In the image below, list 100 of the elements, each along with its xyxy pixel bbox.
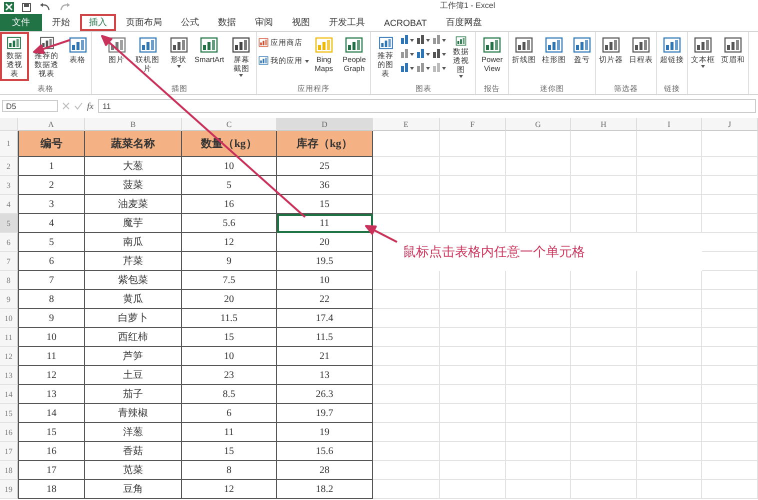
column-header[interactable]: E (373, 118, 440, 131)
table-cell: 15 (18, 423, 85, 442)
empty-cell (702, 195, 758, 214)
empty-cell (440, 309, 506, 328)
header-cell: 蔬菜名称 (85, 131, 182, 157)
row-header[interactable]: 1 (0, 131, 18, 157)
ribbon-tab[interactable]: 开始 (43, 14, 79, 31)
row-header[interactable]: 16 (0, 423, 18, 442)
row-header[interactable]: 10 (0, 309, 18, 328)
table-cell: 1 (18, 157, 85, 176)
empty-cell (702, 271, 758, 290)
ribbon-tab[interactable]: 公式 (172, 14, 208, 31)
empty-cell (702, 176, 758, 195)
formula-input[interactable]: 11 (98, 99, 756, 113)
table-cell: 香菇 (85, 442, 182, 461)
table-cell: 7.5 (182, 271, 277, 290)
column-header[interactable]: G (506, 118, 571, 131)
ribbon-tab[interactable]: 文件 (0, 14, 42, 31)
column-header[interactable]: C (182, 118, 277, 131)
chart-type-icon[interactable] (416, 34, 430, 45)
table-cell: 紫包菜 (85, 271, 182, 290)
empty-cell (506, 214, 571, 233)
row-header[interactable]: 4 (0, 195, 18, 214)
empty-cell (637, 309, 702, 328)
ribbon-tab[interactable]: 插入 (80, 14, 116, 31)
row-header[interactable]: 8 (0, 271, 18, 290)
empty-cell (637, 176, 702, 195)
row-header[interactable]: 19 (0, 480, 18, 499)
empty-cell (571, 309, 637, 328)
chart-type-icon[interactable] (432, 34, 446, 45)
column-header[interactable]: D (277, 118, 373, 131)
chart-type-icon[interactable] (400, 48, 414, 59)
empty-cell (571, 366, 637, 385)
ribbon-tab[interactable]: 页面布局 (117, 14, 171, 31)
row-header[interactable]: 11 (0, 328, 18, 347)
row-header[interactable]: 9 (0, 290, 18, 309)
empty-cell (440, 271, 506, 290)
empty-cell (702, 461, 758, 480)
save-icon[interactable] (22, 2, 31, 12)
empty-cell (702, 442, 758, 461)
column-header[interactable]: I (637, 118, 702, 131)
chart-type-icon[interactable] (400, 34, 414, 45)
table-cell: 12 (18, 366, 85, 385)
ribbon-tab[interactable]: 视图 (283, 14, 319, 31)
table-cell: 16 (18, 442, 85, 461)
table-cell: 11 (182, 423, 277, 442)
name-box[interactable]: D5 (2, 100, 58, 112)
column-header[interactable]: H (571, 118, 637, 131)
table-cell: 9 (18, 309, 85, 328)
column-header[interactable]: F (440, 118, 506, 131)
empty-cell (506, 195, 571, 214)
empty-cell (702, 404, 758, 423)
table-cell: 大葱 (85, 157, 182, 176)
empty-cell (506, 366, 571, 385)
ribbon-tab[interactable]: 百度网盘 (436, 14, 491, 31)
caret-icon (700, 65, 705, 68)
ribbon-tab[interactable]: ACROBAT (375, 14, 436, 31)
table-cell: 6 (18, 252, 85, 271)
chart-type-icon[interactable] (432, 62, 446, 73)
empty-cell (506, 271, 571, 290)
ribbon-tab[interactable]: 数据 (209, 14, 245, 31)
table-cell: 11.5 (277, 328, 373, 347)
empty-cell (702, 423, 758, 442)
row-header[interactable]: 12 (0, 347, 18, 366)
insert-function-button[interactable]: fx (87, 101, 94, 111)
table-cell: 7 (18, 271, 85, 290)
chart-type-icon[interactable] (432, 48, 446, 59)
table-cell: 白萝卜 (85, 309, 182, 328)
table-cell: 苋菜 (85, 461, 182, 480)
chart-type-icon[interactable] (400, 62, 414, 73)
row-header[interactable]: 18 (0, 461, 18, 480)
row-header[interactable]: 15 (0, 404, 18, 423)
row-header[interactable]: 7 (0, 252, 18, 271)
table-cell: 10 (18, 328, 85, 347)
table-cell: 15 (182, 442, 277, 461)
empty-cell (637, 423, 702, 442)
table-cell: 13 (277, 366, 373, 385)
empty-cell (702, 309, 758, 328)
row-header[interactable]: 13 (0, 366, 18, 385)
table-cell: 南瓜 (85, 233, 182, 252)
row-header[interactable]: 14 (0, 385, 18, 404)
chart-type-icon[interactable] (416, 48, 430, 59)
table-cell: 13 (18, 385, 85, 404)
empty-cell (637, 442, 702, 461)
row-header[interactable]: 3 (0, 176, 18, 195)
ribbon-tab[interactable]: 开发工具 (320, 14, 374, 31)
column-header[interactable]: B (85, 118, 182, 131)
table-cell: 25 (277, 157, 373, 176)
row-header[interactable]: 17 (0, 442, 18, 461)
column-header[interactable]: J (702, 118, 758, 131)
check-icon[interactable] (74, 102, 83, 110)
row-header[interactable]: 2 (0, 157, 18, 176)
ribbon-tab[interactable]: 审阅 (246, 14, 282, 31)
row-header[interactable]: 6 (0, 233, 18, 252)
empty-cell (506, 328, 571, 347)
empty-cell (702, 214, 758, 233)
undo-icon[interactable] (39, 2, 51, 12)
column-header[interactable]: A (18, 118, 85, 131)
empty-cell (571, 442, 637, 461)
chart-type-icon[interactable] (416, 62, 430, 73)
